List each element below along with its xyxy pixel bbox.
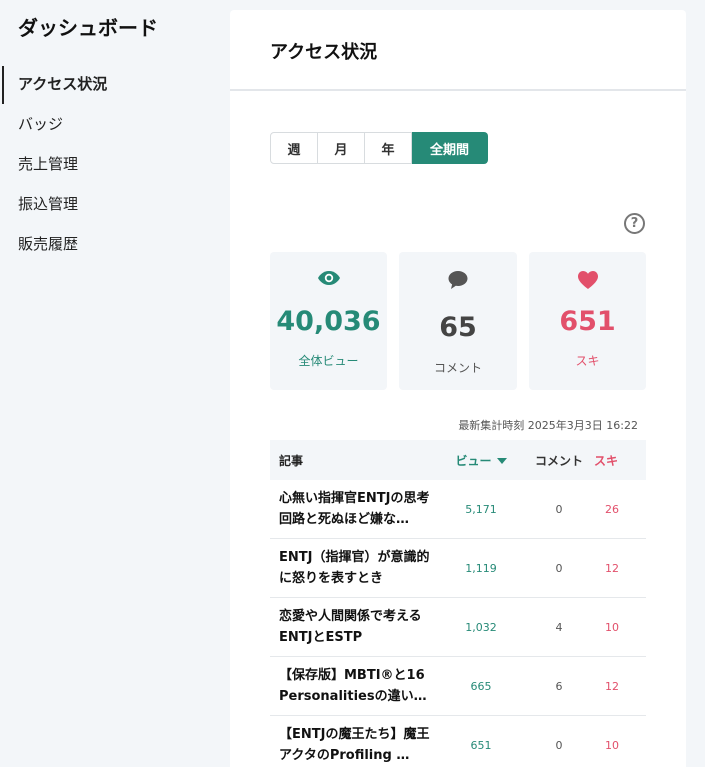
sidebar-item-sales[interactable]: 売上管理 [0, 144, 220, 184]
stats-cards: 40,036 全体ビュー 65 コメント 651 スキ [270, 252, 646, 390]
sidebar-item-history[interactable]: 販売履歴 [0, 224, 220, 264]
article-likes: 26 [605, 502, 619, 516]
article-comments: 0 [555, 561, 563, 575]
sidebar-item-badges[interactable]: バッジ [0, 104, 220, 144]
main-header: アクセス状況 [230, 10, 686, 91]
article-title: 【ENTJの魔王たち】魔王アクタのProfiling … [279, 727, 430, 763]
sidebar: ダッシュボード アクセス状況 バッジ 売上管理 振込管理 販売履歴 [0, 0, 230, 767]
stat-card-views: 40,036 全体ビュー [270, 252, 387, 390]
article-views: 1,032 [465, 620, 497, 634]
sort-down-icon [496, 458, 507, 464]
article-title-link[interactable]: 【ENTJの魔王たち】魔王アクタのProfiling … [270, 724, 438, 766]
comments-count: 65 [439, 312, 477, 343]
views-count: 40,036 [276, 306, 381, 337]
sidebar-title: ダッシュボード [18, 16, 158, 40]
article-likes: 12 [605, 561, 619, 575]
article-title: 恋愛や人間関係で考えるENTJとESTP [279, 609, 422, 645]
speech-bubble-icon [399, 270, 517, 290]
article-likes: 10 [605, 620, 619, 634]
column-header-views-label: ビュー [455, 453, 492, 468]
heart-icon [529, 270, 646, 290]
table-row: ENTJ（指揮官）が意識的に怒りを表すとき 1,119 0 12 [270, 539, 646, 598]
article-title-link[interactable]: 【保存版】MBTI®と16 Personalitiesの違い… [270, 665, 438, 707]
articles-table: 記事 ビュー コメント スキ 心無い指揮官ENTJの思考回路と死ぬほど嫌な… 5… [270, 440, 646, 767]
column-header-likes: スキ [594, 453, 619, 468]
article-views: 1,119 [465, 561, 497, 575]
article-title: ENTJ（指揮官）が意識的に怒りを表すとき [279, 550, 430, 586]
page-title: アクセス状況 [270, 42, 378, 63]
table-row: 心無い指揮官ENTJの思考回路と死ぬほど嫌な… 5,171 0 26 [270, 480, 646, 539]
stat-card-comments: 65 コメント [399, 252, 517, 390]
article-views: 5,171 [465, 502, 497, 516]
views-label: 全体ビュー [298, 354, 359, 368]
article-comments: 4 [555, 620, 563, 634]
table-row: 【保存版】MBTI®と16 Personalitiesの違い… 665 6 12 [270, 657, 646, 716]
help-icon[interactable]: ? [624, 213, 645, 234]
last-updated-text: 最新集計時刻 2025年3月3日 16:22 [458, 419, 638, 432]
column-header-views[interactable]: ビュー [438, 452, 524, 469]
period-month-button[interactable]: 月 [318, 132, 365, 164]
article-views: 665 [470, 679, 492, 693]
article-title-link[interactable]: ENTJ（指揮官）が意識的に怒りを表すとき [270, 547, 438, 589]
article-title-link[interactable]: 恋愛や人間関係で考えるENTJとESTP [270, 606, 438, 648]
likes-label: スキ [575, 354, 600, 368]
table-row: 【ENTJの魔王たち】魔王アクタのProfiling … 651 0 10 [270, 716, 646, 767]
eye-icon [270, 270, 387, 286]
stat-card-likes: 651 スキ [529, 252, 646, 390]
article-title: 【保存版】MBTI®と16 Personalitiesの違い… [279, 668, 427, 704]
likes-count: 651 [559, 306, 616, 337]
article-title: 心無い指揮官ENTJの思考回路と死ぬほど嫌な… [279, 491, 430, 527]
sidebar-item-access[interactable]: アクセス状況 [0, 64, 220, 104]
article-comments: 0 [555, 738, 563, 752]
table-row: 恋愛や人間関係で考えるENTJとESTP 1,032 4 10 [270, 598, 646, 657]
period-week-button[interactable]: 週 [270, 132, 318, 164]
article-comments: 6 [555, 679, 563, 693]
article-likes: 10 [605, 738, 619, 752]
column-header-article: 記事 [279, 453, 304, 468]
article-likes: 12 [605, 679, 619, 693]
article-views: 651 [470, 738, 492, 752]
period-all-button[interactable]: 全期間 [412, 132, 488, 164]
sidebar-item-transfers[interactable]: 振込管理 [0, 184, 220, 224]
article-comments: 0 [555, 502, 563, 516]
article-title-link[interactable]: 心無い指揮官ENTJの思考回路と死ぬほど嫌な… [270, 488, 438, 530]
column-header-comments: コメント [534, 453, 583, 468]
comments-label: コメント [433, 361, 482, 375]
sidebar-nav: アクセス状況 バッジ 売上管理 振込管理 販売履歴 [0, 64, 220, 264]
period-year-button[interactable]: 年 [365, 132, 412, 164]
table-header: 記事 ビュー コメント スキ [270, 440, 646, 480]
main-panel: アクセス状況 週 月 年 全期間 ? 40,036 全体ビュー 65 コメント … [230, 10, 686, 767]
period-selector: 週 月 年 全期間 [270, 132, 488, 164]
